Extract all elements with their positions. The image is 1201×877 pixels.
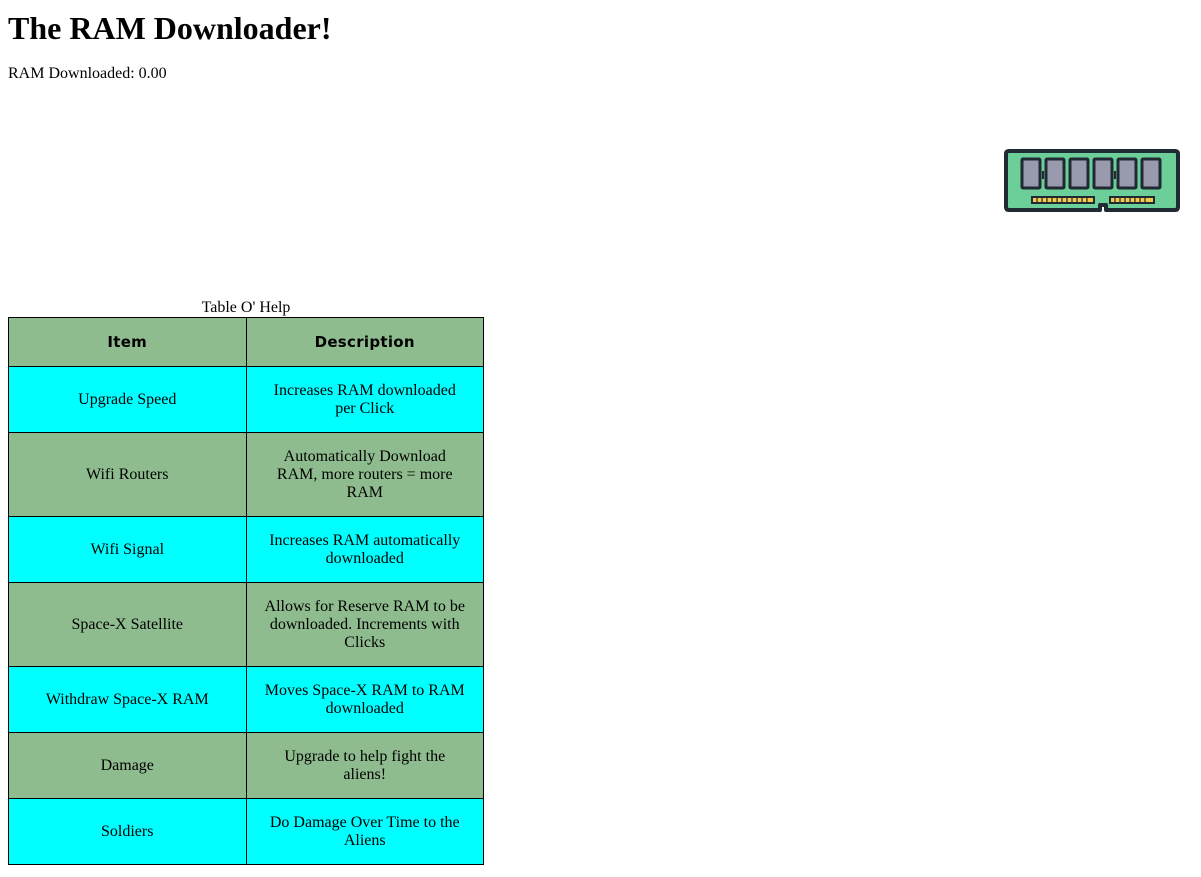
item-cell: Withdraw Space-X RAM bbox=[8, 666, 247, 733]
help-table-caption: Table O' Help bbox=[201, 299, 291, 316]
help-table: Table O' Help Item Description Upgrade S… bbox=[8, 298, 484, 865]
table-row: Withdraw Space-X RAM Moves Space-X RAM t… bbox=[8, 666, 484, 733]
table-row: Upgrade Speed Increases RAM downloaded p… bbox=[8, 366, 484, 433]
download-ram-button[interactable] bbox=[1004, 149, 1180, 212]
description-cell: Increases RAM downloaded per Click bbox=[245, 366, 484, 433]
table-row: Wifi Routers Automatically Download RAM,… bbox=[8, 432, 484, 517]
description-cell: Allows for Reserve RAM to be downloaded.… bbox=[245, 582, 484, 667]
description-cell: Increases RAM automatically downloaded bbox=[245, 516, 484, 583]
column-header-item: Item bbox=[8, 317, 247, 367]
table-row: Damage Upgrade to help fight the aliens! bbox=[8, 732, 484, 799]
column-header-description: Description bbox=[245, 317, 484, 367]
table-row: Soldiers Do Damage Over Time to the Alie… bbox=[8, 798, 484, 865]
description-cell: Automatically Download RAM, more routers… bbox=[245, 432, 484, 517]
description-cell: Upgrade to help fight the aliens! bbox=[245, 732, 484, 799]
description-cell: Do Damage Over Time to the Aliens bbox=[245, 798, 484, 865]
help-table-header-row: Item Description bbox=[8, 317, 484, 367]
ram-downloaded-counter: RAM Downloaded: 0.00 bbox=[8, 65, 167, 82]
item-cell: Upgrade Speed bbox=[8, 366, 247, 433]
item-cell: Space-X Satellite bbox=[8, 582, 247, 667]
item-cell: Soldiers bbox=[8, 798, 247, 865]
item-cell: Damage bbox=[8, 732, 247, 799]
table-row: Space-X Satellite Allows for Reserve RAM… bbox=[8, 582, 484, 667]
page-title: The RAM Downloader! bbox=[8, 10, 332, 46]
item-cell: Wifi Signal bbox=[8, 516, 247, 583]
item-cell: Wifi Routers bbox=[8, 432, 247, 517]
ram-stick-icon bbox=[1004, 149, 1180, 212]
description-cell: Moves Space-X RAM to RAM downloaded bbox=[245, 666, 484, 733]
table-row: Wifi Signal Increases RAM automatically … bbox=[8, 516, 484, 583]
